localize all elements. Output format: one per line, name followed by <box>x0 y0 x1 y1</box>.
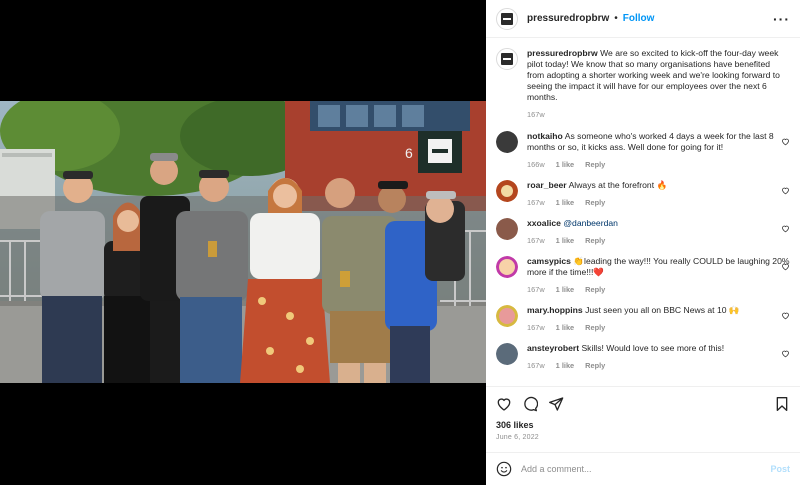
comment-username[interactable]: xxoalice <box>527 218 561 228</box>
post-comment-button[interactable]: Post <box>770 464 790 474</box>
post-media[interactable]: 6 <box>0 0 486 485</box>
comment-likes[interactable]: 1 like <box>556 284 575 295</box>
brand-logo-icon <box>501 53 513 65</box>
caption-username[interactable]: pressuredropbrw <box>527 48 598 58</box>
reply-button[interactable]: Reply <box>585 159 605 170</box>
likes-count[interactable]: 306 likes <box>496 420 790 430</box>
comment-likes[interactable]: 1 like <box>556 360 575 371</box>
comment-username[interactable]: notkaiho <box>527 131 563 141</box>
separator-dot: • <box>614 13 618 24</box>
comment-username[interactable]: camsypics <box>527 256 571 266</box>
post-caption: pressuredropbrw We are so excited to kic… <box>496 48 790 120</box>
like-comment-heart-icon[interactable] <box>781 262 790 271</box>
comment-avatar[interactable] <box>496 256 518 278</box>
comment-age[interactable]: 167w <box>527 284 545 295</box>
post-actions: 306 likes June 6, 2022 <box>486 386 800 441</box>
building-number: 6 <box>405 145 413 161</box>
comment-mention[interactable]: @danbeerdan <box>563 218 618 228</box>
follow-button[interactable]: Follow <box>623 13 655 24</box>
comment-likes[interactable]: 1 like <box>556 235 575 246</box>
comment-text: Always at the forefront 🔥 <box>568 180 668 190</box>
comment-age[interactable]: 166w <box>527 159 545 170</box>
reply-button[interactable]: Reply <box>585 235 605 246</box>
comments-list[interactable]: pressuredropbrw We are so excited to kic… <box>486 38 800 386</box>
reply-button[interactable]: Reply <box>585 284 605 295</box>
comment-item: notkaiho As someone who's worked 4 days … <box>496 131 790 170</box>
comment-avatar[interactable] <box>496 218 518 240</box>
comment-age[interactable]: 167w <box>527 235 545 246</box>
comment-username[interactable]: roar_beer <box>527 180 567 190</box>
avatar-fill <box>496 218 518 240</box>
reply-button[interactable]: Reply <box>585 360 605 371</box>
like-heart-icon[interactable] <box>496 396 512 412</box>
post-header: pressuredropbrw • Follow ··· <box>486 0 800 38</box>
comment-age[interactable]: 167w <box>527 322 545 333</box>
comment-item: roar_beer Always at the forefront 🔥 167w… <box>496 180 790 208</box>
comment-age[interactable]: 167w <box>527 360 545 371</box>
like-comment-heart-icon[interactable] <box>781 137 790 146</box>
comment-item: xxoalice @danbeerdan 167w 1 like Reply <box>496 218 790 246</box>
comment-text: As someone who's worked 4 days a week fo… <box>527 131 774 152</box>
comment-avatar[interactable] <box>496 131 518 153</box>
reply-button[interactable]: Reply <box>585 322 605 333</box>
post-date[interactable]: June 6, 2022 <box>496 434 790 441</box>
comment-item: ansteyrobert Skills! Would love to see m… <box>496 343 790 371</box>
comment-likes[interactable]: 1 like <box>556 197 575 208</box>
comment-avatar[interactable] <box>496 305 518 327</box>
comment-item: mary.hoppins Just seen you all on BBC Ne… <box>496 305 790 333</box>
post-sidebar: pressuredropbrw • Follow ··· pressuredro… <box>486 0 800 485</box>
reply-button[interactable]: Reply <box>585 197 605 208</box>
share-paper-plane-icon[interactable] <box>548 396 564 412</box>
comment-item: camsypics 👏leading the way!!! You really… <box>496 256 790 295</box>
caption-avatar[interactable] <box>496 48 518 70</box>
save-bookmark-icon[interactable] <box>774 396 790 412</box>
emoji-icon[interactable] <box>496 461 512 477</box>
brand-logo-icon <box>501 12 513 25</box>
avatar-fill <box>496 343 518 365</box>
comment-avatar[interactable] <box>496 180 518 202</box>
comment-bubble-icon[interactable] <box>522 396 538 412</box>
comment-text: Just seen you all on BBC News at 10 🙌 <box>585 305 740 315</box>
comment-likes[interactable]: 1 like <box>556 322 575 333</box>
like-comment-heart-icon[interactable] <box>781 349 790 358</box>
avatar-fill <box>496 131 518 153</box>
more-options-icon[interactable]: ··· <box>773 12 790 26</box>
brand-avatar[interactable] <box>496 7 518 30</box>
group-photo: 6 <box>0 101 486 383</box>
comment-username[interactable]: mary.hoppins <box>527 305 583 315</box>
like-comment-heart-icon[interactable] <box>781 224 790 233</box>
comment-avatar[interactable] <box>496 343 518 365</box>
comment-age[interactable]: 167w <box>527 197 545 208</box>
add-comment-bar: Post <box>486 452 800 485</box>
caption-age[interactable]: 167w <box>527 109 545 120</box>
comment-text: Skills! Would love to see more of this! <box>581 343 725 353</box>
comment-username[interactable]: ansteyrobert <box>527 343 579 353</box>
header-username[interactable]: pressuredropbrw <box>527 13 609 24</box>
comment-likes[interactable]: 1 like <box>556 159 575 170</box>
like-comment-heart-icon[interactable] <box>781 186 790 195</box>
like-comment-heart-icon[interactable] <box>781 311 790 320</box>
add-comment-input[interactable] <box>521 464 761 474</box>
